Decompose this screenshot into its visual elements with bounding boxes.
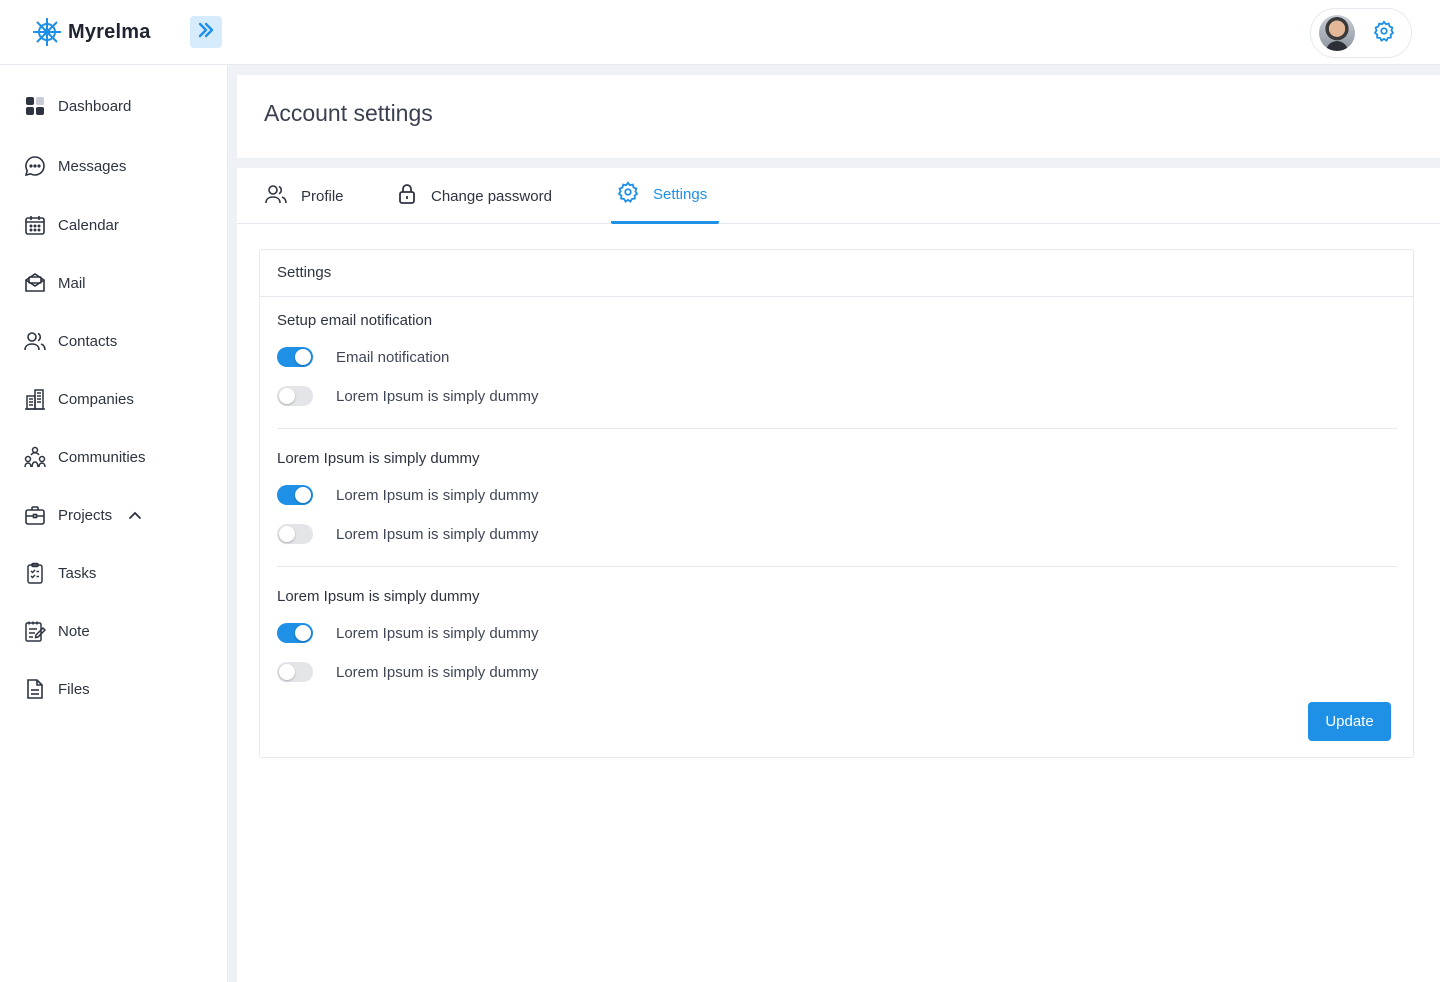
sidebar-item-note[interactable]: Note <box>24 616 90 646</box>
note-icon <box>24 620 46 642</box>
sidebar-item-companies[interactable]: Companies <box>24 384 134 414</box>
page-title: Account settings <box>264 100 433 126</box>
divider <box>277 566 1397 567</box>
option-toggle[interactable] <box>277 524 313 544</box>
option-toggle[interactable] <box>277 386 313 406</box>
chevron-up-icon[interactable] <box>128 508 142 522</box>
settings-group-title: Lorem Ipsum is simply dummy <box>277 588 480 605</box>
option-toggle[interactable] <box>277 662 313 682</box>
sidebar: Dashboard Messages Calendar Mail Contact… <box>0 65 228 982</box>
tab-label: Change password <box>431 187 552 205</box>
sidebar-item-label: Files <box>58 680 90 698</box>
settings-group: Lorem Ipsum is simply dummy <box>277 588 1397 605</box>
page-header: Account settings <box>237 75 1440 158</box>
users-icon <box>265 183 287 210</box>
brand-name: Myrelma <box>68 20 151 43</box>
toggle-row: Email notification <box>277 347 449 367</box>
divider <box>277 428 1397 429</box>
gear-icon <box>1373 19 1395 47</box>
sidebar-item-projects[interactable]: Projects <box>24 500 142 530</box>
ship-wheel-icon <box>30 15 64 49</box>
option-toggle[interactable] <box>277 623 313 643</box>
sidebar-item-label: Contacts <box>58 332 118 350</box>
sidebar-item-contacts[interactable]: Contacts <box>24 326 117 356</box>
toggle-label: Lorem Ipsum is simply dummy <box>336 486 539 504</box>
tab-bar: Profile Change password Settings <box>237 168 1440 224</box>
tab-change-password[interactable]: Change password <box>391 168 558 224</box>
account-settings-panel: Profile Change password Settings Setting… <box>237 168 1440 982</box>
sidebar-item-messages[interactable]: Messages <box>24 151 126 181</box>
mail-icon <box>24 272 46 294</box>
brand-logo[interactable]: Myrelma <box>30 15 151 49</box>
chat-bubble-icon <box>24 155 46 177</box>
settings-group: Setup email notification <box>277 312 1397 329</box>
tab-settings[interactable]: Settings <box>611 168 719 224</box>
sidebar-item-files[interactable]: Files <box>24 674 90 704</box>
tab-profile[interactable]: Profile <box>259 168 350 224</box>
toggle-label: Email notification <box>336 348 450 366</box>
toggle-row: Lorem Ipsum is simply dummy <box>277 662 539 682</box>
settings-card: Settings Setup email notification Email … <box>259 249 1414 758</box>
option-toggle[interactable] <box>277 485 313 505</box>
avatar[interactable] <box>1319 15 1355 51</box>
sidebar-item-label: Note <box>58 622 90 640</box>
file-icon <box>24 678 46 700</box>
tab-label: Profile <box>301 187 344 205</box>
sidebar-item-label: Tasks <box>58 564 97 582</box>
sidebar-item-label: Companies <box>58 390 134 408</box>
gear-icon <box>617 181 639 208</box>
settings-button[interactable] <box>1371 19 1397 47</box>
update-button[interactable]: Update <box>1308 702 1391 741</box>
sidebar-item-communities[interactable]: Communities <box>24 442 146 472</box>
toggle-row: Lorem Ipsum is simply dummy <box>277 623 539 643</box>
sidebar-item-label: Mail <box>58 274 86 292</box>
toggle-row: Lorem Ipsum is simply dummy <box>277 485 539 505</box>
toggle-row: Lorem Ipsum is simply dummy <box>277 524 539 544</box>
building-icon <box>24 388 46 410</box>
sidebar-item-dashboard[interactable]: Dashboard <box>24 91 131 121</box>
toggle-label: Lorem Ipsum is simply dummy <box>336 387 539 405</box>
sidebar-item-calendar[interactable]: Calendar <box>24 210 119 240</box>
toggle-label: Lorem Ipsum is simply dummy <box>336 525 539 543</box>
lock-icon <box>397 183 417 210</box>
settings-group: Lorem Ipsum is simply dummy <box>277 450 1397 467</box>
settings-group-title: Lorem Ipsum is simply dummy <box>277 450 480 467</box>
sidebar-item-tasks[interactable]: Tasks <box>24 558 96 588</box>
toggle-row: Lorem Ipsum is simply dummy <box>277 386 539 406</box>
settings-card-title: Settings <box>260 250 1413 297</box>
sidebar-item-label: Messages <box>58 157 127 175</box>
clipboard-icon <box>24 562 46 584</box>
toggle-label: Lorem Ipsum is simply dummy <box>336 663 539 681</box>
user-controls <box>1310 8 1412 58</box>
tab-label: Settings <box>653 186 708 203</box>
sidebar-toggle-button[interactable] <box>190 16 222 48</box>
double-chevron-right-icon <box>197 21 215 44</box>
top-bar: Myrelma <box>0 0 1440 65</box>
sidebar-item-label: Projects <box>58 506 113 524</box>
sidebar-item-mail[interactable]: Mail <box>24 268 86 298</box>
sidebar-item-label: Calendar <box>58 216 119 234</box>
email-notification-toggle[interactable] <box>277 347 313 367</box>
contacts-icon <box>24 330 46 352</box>
settings-group-title: Setup email notification <box>277 312 433 329</box>
sidebar-item-label: Communities <box>58 448 146 466</box>
toggle-label: Lorem Ipsum is simply dummy <box>336 624 539 642</box>
briefcase-icon <box>24 504 46 526</box>
dashboard-icon <box>24 95 46 117</box>
sidebar-item-label: Dashboard <box>58 97 132 115</box>
community-icon <box>24 446 46 468</box>
calendar-icon <box>24 214 46 236</box>
